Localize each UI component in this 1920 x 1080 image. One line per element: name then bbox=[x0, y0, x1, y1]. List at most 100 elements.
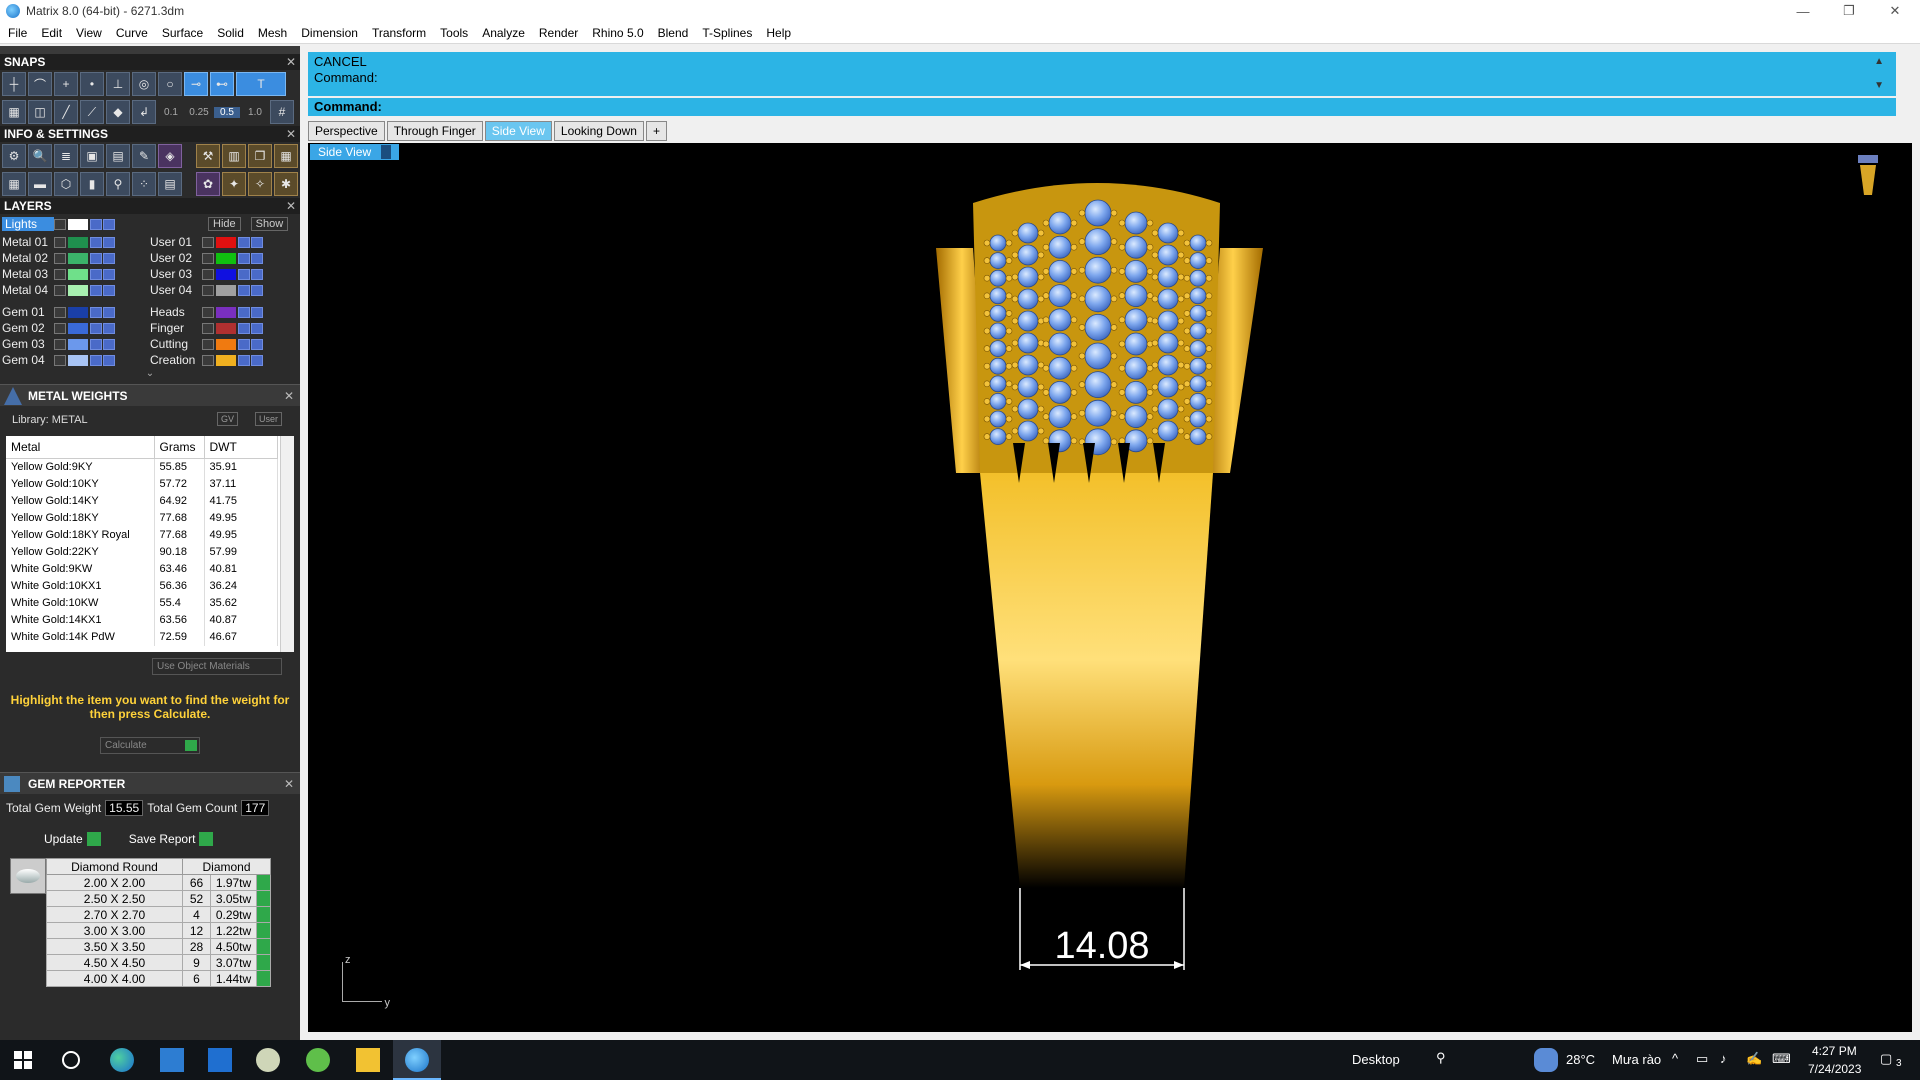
layer-name[interactable]: Heads bbox=[150, 305, 202, 319]
layer-color-swatch[interactable] bbox=[216, 354, 236, 366]
update-button[interactable]: Update bbox=[44, 832, 101, 846]
prong-icon[interactable]: ✱ bbox=[274, 172, 298, 196]
layer-color-swatch[interactable] bbox=[68, 268, 88, 280]
layer-color-swatch[interactable] bbox=[216, 268, 236, 280]
close-icon[interactable]: ✕ bbox=[286, 198, 296, 214]
record-history-icon[interactable]: ↲ bbox=[132, 100, 156, 124]
visible-icon[interactable] bbox=[103, 218, 115, 230]
notification-icon[interactable]: ▢ bbox=[1880, 1051, 1892, 1067]
layer-color-swatch[interactable] bbox=[68, 338, 88, 350]
grid-value-1[interactable]: 0.1 bbox=[158, 107, 184, 118]
menu-analyze[interactable]: Analyze bbox=[482, 26, 525, 40]
gem-row[interactable]: 2.00 X 2.00 66 1.97tw bbox=[46, 874, 271, 891]
lock-icon[interactable] bbox=[238, 236, 250, 248]
gem-row[interactable]: 2.50 X 2.50 52 3.05tw bbox=[46, 890, 271, 907]
visible-icon[interactable] bbox=[103, 322, 115, 334]
expand-icon[interactable] bbox=[202, 268, 214, 280]
menu-render[interactable]: Render bbox=[539, 26, 578, 40]
snap-center-icon[interactable]: ○ bbox=[158, 72, 182, 96]
menu-solid[interactable]: Solid bbox=[217, 26, 244, 40]
menu-dimension[interactable]: Dimension bbox=[301, 26, 358, 40]
gem-row[interactable]: 4.00 X 4.00 6 1.44tw bbox=[46, 970, 271, 987]
gem-row[interactable]: 4.50 X 4.50 9 3.07tw bbox=[46, 954, 271, 971]
snap-point-icon[interactable]: + bbox=[54, 72, 78, 96]
visible-icon[interactable] bbox=[251, 284, 263, 296]
visible-icon[interactable] bbox=[251, 236, 263, 248]
windows-start-icon[interactable] bbox=[14, 1051, 32, 1069]
lock-icon[interactable] bbox=[238, 322, 250, 334]
menu-tsplines[interactable]: T-Splines bbox=[702, 26, 752, 40]
lock-icon[interactable] bbox=[238, 284, 250, 296]
tab-through-finger[interactable]: Through Finger bbox=[386, 121, 483, 141]
sparkle-icon[interactable]: ✦ bbox=[222, 172, 246, 196]
visible-icon[interactable] bbox=[251, 306, 263, 318]
close-icon[interactable]: ✕ bbox=[284, 777, 294, 791]
copy-icon[interactable]: ❐ bbox=[248, 144, 272, 168]
visible-icon[interactable] bbox=[251, 354, 263, 366]
select-gem-icon[interactable] bbox=[256, 890, 271, 907]
expand-icon[interactable] bbox=[202, 338, 214, 350]
box-icon[interactable]: ▣ bbox=[80, 144, 104, 168]
layer-row[interactable]: User 04 bbox=[150, 282, 298, 298]
grid-value-3[interactable]: 0.5 bbox=[214, 106, 240, 118]
layer-color-swatch[interactable] bbox=[216, 284, 236, 296]
layer-row[interactable]: User 01 bbox=[150, 234, 298, 250]
menu-blend[interactable]: Blend bbox=[658, 26, 689, 40]
show-button[interactable]: Show bbox=[250, 217, 289, 231]
cube-icon[interactable]: ⬡ bbox=[54, 172, 78, 196]
scatter-icon[interactable]: ⁘ bbox=[132, 172, 156, 196]
layer-name[interactable]: Finger bbox=[150, 321, 202, 335]
layer-row[interactable]: Cutting bbox=[150, 336, 298, 352]
metal-row[interactable]: Yellow Gold:10KY 57.72 37.11 bbox=[6, 475, 278, 493]
visible-icon[interactable] bbox=[103, 268, 115, 280]
filter-icon[interactable]: ⚲ bbox=[106, 172, 130, 196]
menu-curve[interactable]: Curve bbox=[116, 26, 148, 40]
expand-icon[interactable] bbox=[202, 322, 214, 334]
layer-name[interactable]: Metal 01 bbox=[2, 235, 54, 249]
layer-color-swatch[interactable] bbox=[68, 306, 88, 318]
snap-near-icon[interactable]: ⌒ bbox=[28, 72, 52, 96]
search-icon[interactable] bbox=[62, 1051, 80, 1069]
layer-row[interactable]: Gem 04 bbox=[2, 352, 150, 368]
lights-label[interactable]: Lights bbox=[2, 217, 54, 231]
expand-icon[interactable] bbox=[202, 306, 214, 318]
layer-name[interactable]: Metal 04 bbox=[2, 283, 54, 297]
weather-icon[interactable] bbox=[1534, 1048, 1558, 1072]
lock-icon[interactable] bbox=[90, 306, 102, 318]
expand-icon[interactable] bbox=[54, 338, 66, 350]
metal-row[interactable]: Yellow Gold:14KY 64.92 41.75 bbox=[6, 492, 278, 510]
expand-icon[interactable] bbox=[54, 252, 66, 264]
expand-icon[interactable] bbox=[54, 236, 66, 248]
visible-icon[interactable] bbox=[251, 252, 263, 264]
menu-view[interactable]: View bbox=[76, 26, 102, 40]
layer-row[interactable]: User 02 bbox=[150, 250, 298, 266]
layer-row[interactable]: Metal 02 bbox=[2, 250, 150, 266]
gem-shape-icon[interactable]: ◈ bbox=[158, 144, 182, 168]
desktop-toolbar[interactable]: Desktop bbox=[1352, 1052, 1400, 1067]
visible-icon[interactable] bbox=[103, 306, 115, 318]
layer-color-swatch[interactable] bbox=[68, 354, 88, 366]
layer-color-swatch[interactable] bbox=[216, 236, 236, 248]
metal-row[interactable]: Yellow Gold:22KY 90.18 57.99 bbox=[6, 543, 278, 561]
menu-file[interactable]: File bbox=[8, 26, 27, 40]
viewport[interactable]: Side View 14.08 z y bbox=[308, 143, 1912, 1032]
layer-name[interactable]: Creation bbox=[150, 353, 202, 367]
visible-icon[interactable] bbox=[251, 338, 263, 350]
tab-side-view[interactable]: Side View bbox=[484, 121, 552, 141]
display-icon[interactable]: ▬ bbox=[28, 172, 52, 196]
lock-icon[interactable] bbox=[238, 268, 250, 280]
layer-name[interactable]: User 03 bbox=[150, 267, 202, 281]
snap-mid-icon[interactable]: • bbox=[80, 72, 104, 96]
snap-tan-icon[interactable]: ◎ bbox=[132, 72, 156, 96]
snap-end-icon[interactable]: ┼ bbox=[2, 72, 26, 96]
visible-icon[interactable] bbox=[251, 268, 263, 280]
snap-quad-icon[interactable]: ⊸ bbox=[184, 72, 208, 96]
calculate-button[interactable]: Calculate bbox=[100, 737, 200, 754]
metal-row[interactable]: Yellow Gold:9KY 55.85 35.91 bbox=[6, 458, 278, 476]
layer-row[interactable]: User 03 bbox=[150, 266, 298, 282]
keyboard-icon[interactable]: ⌨ bbox=[1772, 1051, 1791, 1067]
lock-icon[interactable] bbox=[238, 354, 250, 366]
tab-perspective[interactable]: Perspective bbox=[308, 121, 385, 141]
settings-icon[interactable]: ⚙ bbox=[2, 144, 26, 168]
layer-name[interactable]: Gem 03 bbox=[2, 337, 54, 351]
